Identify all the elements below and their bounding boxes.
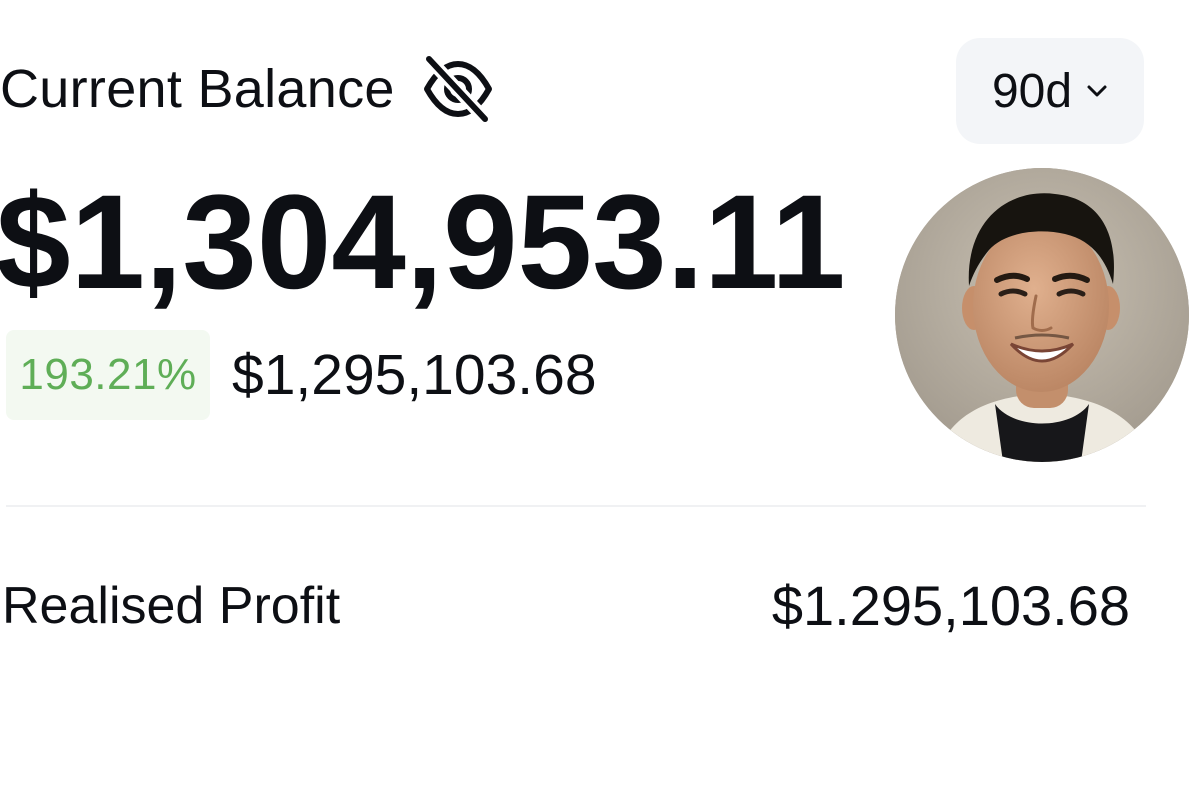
change-percent: 193.21% — [19, 350, 197, 399]
chevron-down-icon — [1086, 84, 1108, 98]
balance-amount: $1,304,953.11 — [0, 168, 846, 317]
period-selected-label: 90d — [991, 64, 1073, 118]
change-percent-badge: 193.21% — [6, 330, 210, 420]
balance-header: Current Balance — [0, 52, 495, 126]
realised-profit-value: $1.295,103.68 — [771, 574, 1130, 637]
avatar[interactable] — [895, 168, 1189, 462]
change-amount: $1,295,103.68 — [232, 343, 597, 407]
period-dropdown[interactable]: 90d — [956, 38, 1144, 144]
eye-off-icon — [422, 52, 492, 126]
balance-card: Current Balance 90d $1,304,953.11 193.21… — [0, 0, 1200, 800]
balance-label: Current Balance — [0, 59, 395, 119]
realised-profit-label: Realised Profit — [2, 577, 341, 635]
hide-balance-toggle[interactable] — [421, 52, 495, 126]
divider — [6, 505, 1146, 507]
balance-change: 193.21% $1,295,103.68 — [6, 330, 597, 420]
